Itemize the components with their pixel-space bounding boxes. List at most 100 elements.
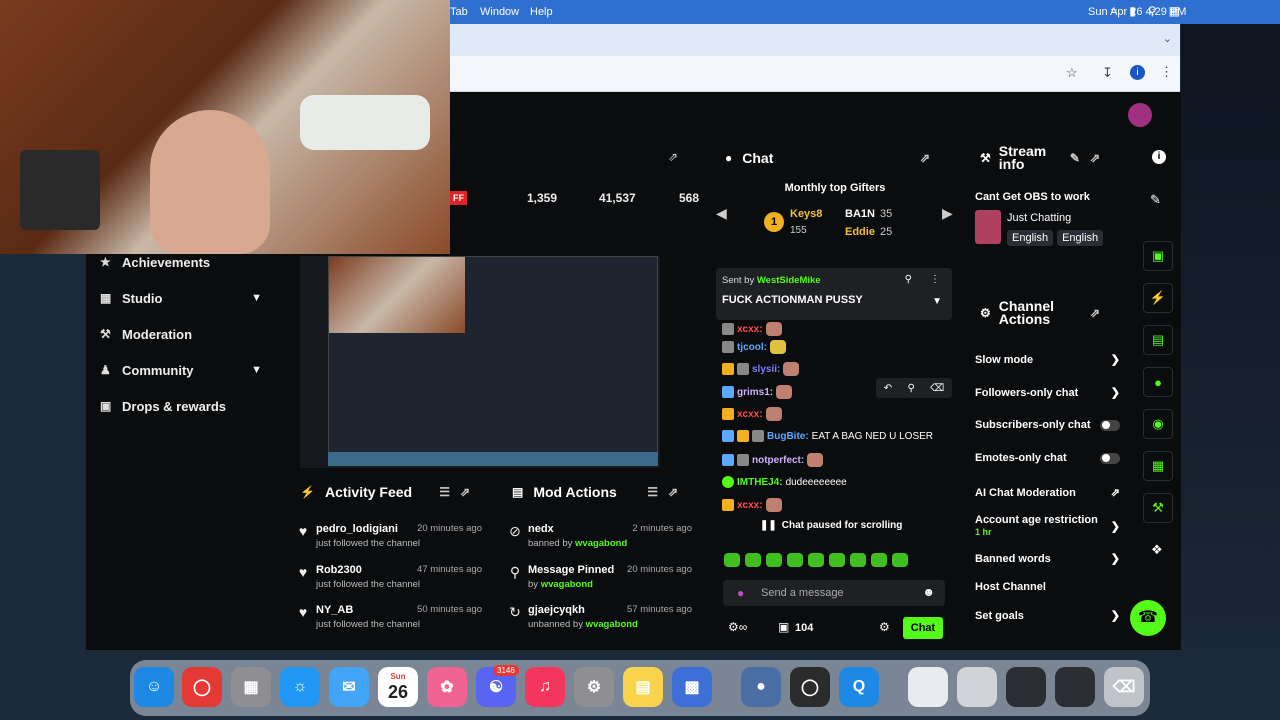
- recent-window-icon[interactable]: [908, 667, 948, 707]
- tag[interactable]: English: [1057, 230, 1104, 246]
- profile-icon[interactable]: i: [1130, 65, 1145, 80]
- chrome-icon[interactable]: ◯: [182, 667, 222, 707]
- category-thumbnail[interactable]: [975, 210, 1001, 244]
- emote-icon[interactable]: [871, 553, 887, 567]
- chat-message[interactable]: grims1:: [722, 385, 793, 399]
- recent-window-icon[interactable]: [1006, 667, 1046, 707]
- emote-icon[interactable]: [808, 553, 824, 567]
- emoji-icon[interactable]: ☻: [922, 585, 935, 599]
- download-icon[interactable]: ↧: [1102, 65, 1113, 81]
- trash-icon[interactable]: ⌫: [1104, 667, 1144, 707]
- bookmark-star-icon[interactable]: ☆: [1066, 65, 1078, 81]
- host-channel-row[interactable]: Host Channel: [975, 581, 1120, 593]
- category-name[interactable]: Just Chatting: [1007, 212, 1071, 224]
- send-chat-button[interactable]: Chat: [903, 617, 943, 639]
- pencil-icon[interactable]: ✎: [1150, 192, 1161, 208]
- rail-button-7[interactable]: ⚒: [1143, 493, 1173, 523]
- sidebar-item-community[interactable]: ♟ Community ▼: [100, 355, 270, 385]
- emote-icon[interactable]: [787, 553, 803, 567]
- reply-icon[interactable]: ↶: [884, 383, 892, 394]
- menu-kebab-icon[interactable]: ⋮: [1160, 64, 1173, 80]
- ai-moderation-row[interactable]: AI Chat Moderation ⇗: [975, 486, 1120, 500]
- account-age-row[interactable]: Account age restriction 1 hr ❯: [975, 514, 1120, 538]
- gifter-name[interactable]: Keys8: [790, 208, 822, 220]
- gifter-name[interactable]: Eddie: [845, 226, 875, 238]
- popout-icon[interactable]: ⇗: [920, 151, 940, 165]
- emote-icon[interactable]: [850, 553, 866, 567]
- rail-button-5[interactable]: ◉: [1143, 409, 1173, 439]
- slow-mode-row[interactable]: Slow mode ❯: [975, 353, 1120, 367]
- mic-icon[interactable]: ●: [737, 586, 744, 600]
- emote-icon[interactable]: [745, 553, 761, 567]
- chat-input[interactable]: ● Send a message ☻: [723, 580, 945, 606]
- stream-preview[interactable]: [300, 256, 660, 468]
- music-icon[interactable]: ♫: [525, 667, 565, 707]
- popout-icon[interactable]: ⇗: [1090, 306, 1110, 320]
- recent-window-icon[interactable]: [957, 667, 997, 707]
- chat-message[interactable]: notperfect:: [722, 453, 824, 467]
- chat-message[interactable]: xcxx:: [722, 498, 782, 512]
- subscribers-only-toggle[interactable]: [1100, 419, 1120, 431]
- pinned-message[interactable]: Sent by WestSideMike FUCK ACTIONMAN PUSS…: [716, 268, 952, 320]
- settings-icon[interactable]: ⚙∞: [728, 620, 747, 634]
- info-icon[interactable]: i: [1152, 150, 1166, 164]
- photos-icon[interactable]: ✿: [427, 667, 467, 707]
- quicktime-icon[interactable]: Q: [839, 667, 879, 707]
- launchpad-icon[interactable]: ▦: [231, 667, 271, 707]
- feed-controls[interactable]: ☰⇗: [439, 485, 480, 499]
- menu-item-tab[interactable]: Tab: [450, 6, 468, 18]
- chat-paused-notice[interactable]: ❚❚ Chat paused for scrolling: [760, 516, 910, 534]
- edit-popout-icons[interactable]: ✎⇗: [1070, 151, 1110, 165]
- sidebar-item-moderation[interactable]: ⚒ Moderation: [100, 319, 270, 349]
- chat-message[interactable]: slysii:: [722, 362, 800, 376]
- gear-icon[interactable]: ⚙: [879, 620, 890, 634]
- tab-search-icon[interactable]: ⌄: [1163, 32, 1172, 45]
- rail-button-1[interactable]: ▣: [1143, 241, 1173, 271]
- rail-button-4[interactable]: ●: [1143, 367, 1173, 397]
- set-goals-row[interactable]: Set goals ❯: [975, 609, 1120, 623]
- notes-icon[interactable]: ▤: [623, 667, 663, 707]
- app-icon[interactable]: ●: [741, 667, 781, 707]
- safari-icon[interactable]: ☼: [280, 667, 320, 707]
- sidebar-item-drops[interactable]: ▣ Drops & rewards: [100, 391, 270, 421]
- gifter-name[interactable]: BA1N: [845, 208, 875, 220]
- preview-icon[interactable]: ▩: [672, 667, 712, 707]
- emote-icon[interactable]: [724, 553, 740, 567]
- chevron-right-icon[interactable]: ▶: [942, 205, 953, 222]
- calendar-icon[interactable]: Sun 26: [378, 667, 418, 707]
- add-widget-icon[interactable]: ❖: [1151, 542, 1163, 558]
- sidebar-item-achievements[interactable]: ★ Achievements: [100, 247, 270, 277]
- finder-icon[interactable]: ☺: [134, 667, 174, 707]
- delete-icon[interactable]: ⌫: [930, 383, 944, 394]
- followers-only-row[interactable]: Followers-only chat ❯: [975, 386, 1120, 400]
- banned-words-row[interactable]: Banned words ❯: [975, 552, 1120, 566]
- rail-button-3[interactable]: ▤: [1143, 325, 1173, 355]
- obs-icon[interactable]: ◯: [790, 667, 830, 707]
- chevron-down-icon[interactable]: ▼: [932, 296, 942, 307]
- emote-icon[interactable]: [892, 553, 908, 567]
- mod-controls[interactable]: ☰⇗: [647, 485, 688, 499]
- expand-icon[interactable]: ⇗: [668, 150, 678, 164]
- emote-icon[interactable]: [766, 553, 782, 567]
- emote-icon[interactable]: [829, 553, 845, 567]
- avatar[interactable]: [1128, 103, 1152, 127]
- pin-icon[interactable]: ⚲: [905, 274, 912, 285]
- support-button[interactable]: ☎: [1130, 600, 1166, 636]
- chat-message[interactable]: xcxx:: [722, 322, 782, 336]
- menu-item-window[interactable]: Window: [480, 6, 519, 18]
- chevron-left-icon[interactable]: ◀: [716, 205, 727, 222]
- rail-button-2[interactable]: ⚡: [1143, 283, 1173, 313]
- chat-message[interactable]: xcxx:: [722, 407, 782, 421]
- kebab-icon[interactable]: ⋮: [930, 274, 940, 285]
- rail-button-6[interactable]: ▦: [1143, 451, 1173, 481]
- chat-message[interactable]: IMTHEJ4: dudeeeeeeee: [722, 476, 847, 488]
- tag[interactable]: English: [1007, 230, 1054, 246]
- chat-message[interactable]: tjcool:: [722, 340, 786, 354]
- chat-message[interactable]: BugBite: EAT A BAG NED U LOSER: [722, 430, 933, 442]
- emotes-only-toggle[interactable]: [1100, 452, 1120, 464]
- system-settings-icon[interactable]: ⚙: [574, 667, 614, 707]
- pin-icon[interactable]: ⚲: [907, 383, 914, 394]
- mail-icon[interactable]: ✉: [329, 667, 369, 707]
- sidebar-item-studio[interactable]: ▦ Studio ▼: [100, 283, 270, 313]
- menu-item-help[interactable]: Help: [530, 6, 553, 18]
